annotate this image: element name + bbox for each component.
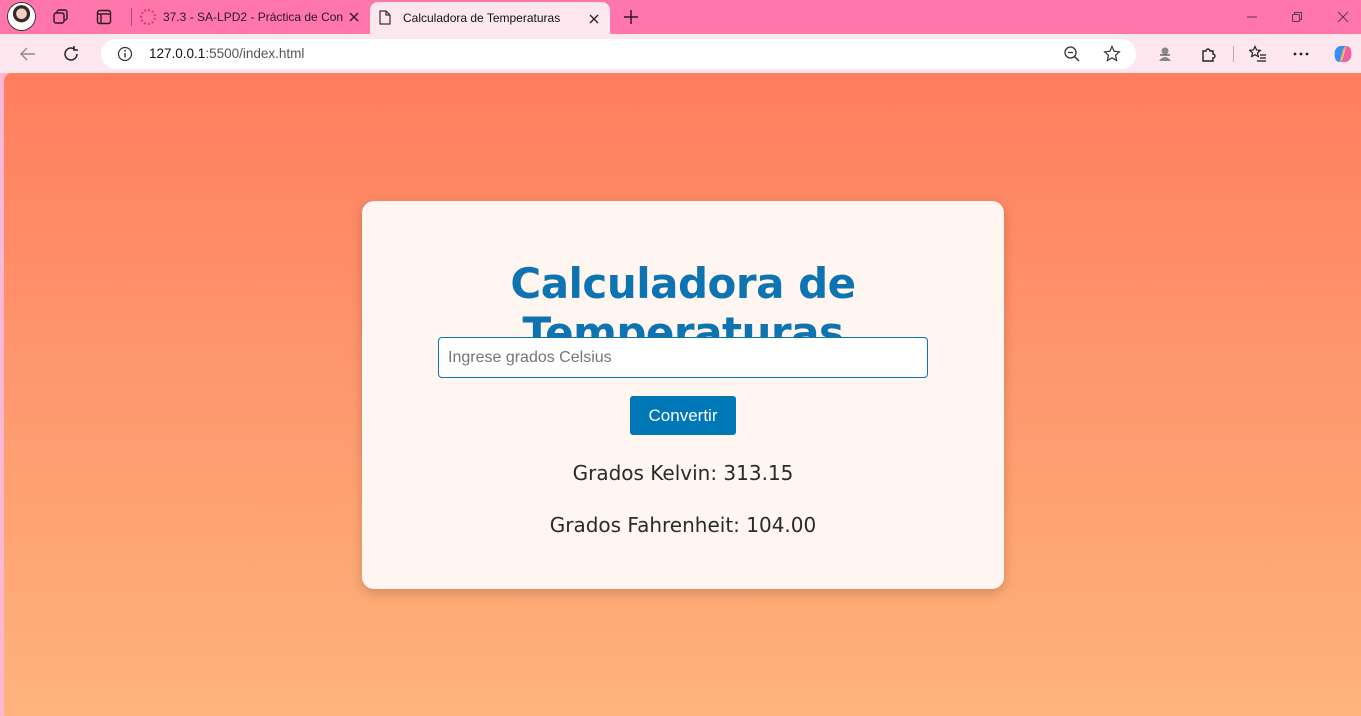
kelvin-result: Grados Kelvin: 313.15 xyxy=(572,461,794,485)
loading-favicon-icon xyxy=(140,9,156,25)
celsius-input[interactable] xyxy=(438,337,928,378)
fahrenheit-result: Grados Fahrenheit: 104.00 xyxy=(549,513,817,537)
refresh-icon[interactable] xyxy=(58,41,84,67)
close-window-icon[interactable] xyxy=(1334,8,1352,26)
back-icon[interactable] xyxy=(15,41,41,67)
page-viewport: Calculadora de Temperaturas Convertir Gr… xyxy=(4,73,1361,716)
close-icon[interactable] xyxy=(586,11,602,27)
tab-title: 37.3 - SA-LPD2 - Práctica de Conv xyxy=(163,10,343,24)
new-tab-button[interactable] xyxy=(618,4,644,30)
workspaces-icon[interactable] xyxy=(48,4,74,30)
tab-practica[interactable]: 37.3 - SA-LPD2 - Práctica de Conv xyxy=(132,0,370,34)
favorites-icon[interactable] xyxy=(1245,41,1271,67)
toolbar-separator xyxy=(1233,46,1234,62)
ad-blocker-icon[interactable] xyxy=(1152,41,1178,67)
calculator-card: Calculadora de Temperaturas Convertir Gr… xyxy=(362,201,1004,589)
close-icon[interactable] xyxy=(346,9,362,25)
profile-avatar[interactable] xyxy=(8,3,35,30)
address-bar[interactable]: 127.0.0.1:5500/index.html xyxy=(101,39,1136,69)
more-icon[interactable] xyxy=(1288,41,1314,67)
url-host: 127.0.0.1 xyxy=(149,46,206,61)
convert-button[interactable]: Convertir xyxy=(630,396,736,435)
tab-title: Calculadora de Temperaturas xyxy=(403,11,561,25)
url-path: :5500/index.html xyxy=(205,46,305,61)
extensions-icon[interactable] xyxy=(1196,41,1222,67)
navigation-bar: 127.0.0.1:5500/index.html xyxy=(0,34,1361,73)
page-icon xyxy=(379,10,391,25)
tab-actions-icon[interactable] xyxy=(91,4,117,30)
tab-strip: 37.3 - SA-LPD2 - Práctica de Conv Calcul… xyxy=(0,0,1361,34)
restore-icon[interactable] xyxy=(1288,8,1306,26)
url-text: 127.0.0.1:5500/index.html xyxy=(149,46,304,61)
tab-calculadora[interactable]: Calculadora de Temperaturas xyxy=(370,2,610,34)
zoom-out-icon[interactable] xyxy=(1063,45,1081,63)
star-icon[interactable] xyxy=(1103,45,1121,63)
plus-icon xyxy=(624,10,638,24)
minimize-icon[interactable] xyxy=(1243,8,1261,26)
info-icon[interactable] xyxy=(117,46,133,62)
copilot-icon[interactable] xyxy=(1330,41,1356,67)
